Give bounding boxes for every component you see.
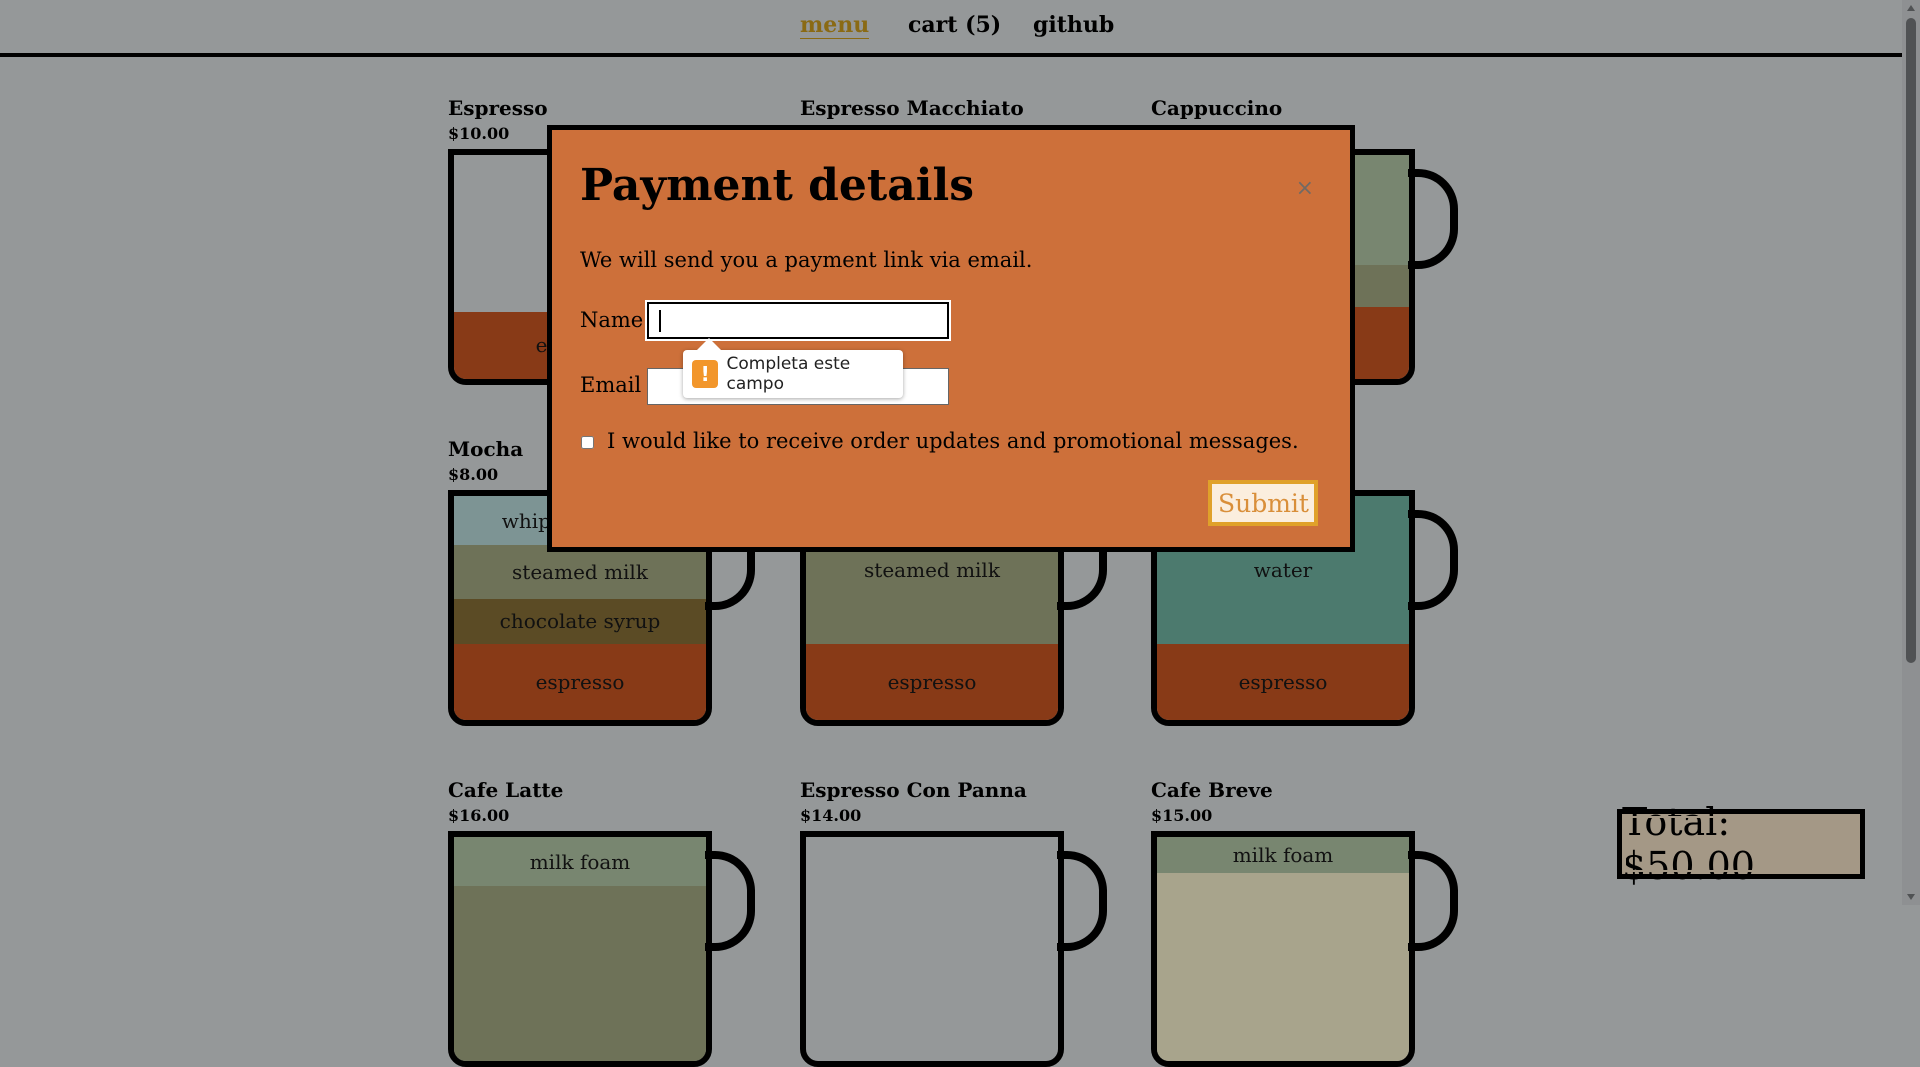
cup-layer: espresso xyxy=(806,643,1058,720)
scrollbar-thumb[interactable] xyxy=(1906,18,1916,663)
product-card[interactable]: Espresso Macchiato xyxy=(800,96,1120,385)
name-field[interactable] xyxy=(645,300,951,341)
product-name: Espresso Con Panna xyxy=(800,778,1027,802)
submit-button[interactable]: Submit xyxy=(1208,480,1318,526)
nav-cart-link[interactable]: cart (5) xyxy=(908,12,1001,38)
payment-modal: Payment details × We will send you a pay… xyxy=(547,125,1355,552)
promo-checkbox-label: I would like to receive order updates an… xyxy=(607,429,1299,453)
cup-layer: chocolate syrup xyxy=(454,599,706,644)
cup-graphic: milk foam xyxy=(448,831,712,1067)
product-price: $14.00 xyxy=(800,806,862,825)
validation-message: Completa este campo xyxy=(726,354,851,394)
cup-graphic: milk foam xyxy=(1151,831,1415,1067)
nav-github-link[interactable]: github xyxy=(1033,12,1114,38)
close-icon[interactable]: × xyxy=(1296,176,1314,201)
validation-tooltip: ! Completa este campo xyxy=(683,338,903,398)
modal-title: Payment details xyxy=(580,160,974,211)
modal-intro-text: We will send you a payment link via emai… xyxy=(580,248,1033,272)
page-scrollbar[interactable] xyxy=(1902,0,1920,905)
cup-layer: milk foam xyxy=(454,837,706,887)
cup-layer: steamed milk xyxy=(454,545,706,600)
cup-handle xyxy=(1057,851,1107,951)
product-name: Cafe Breve xyxy=(1151,778,1273,802)
product-name: Cafe Latte xyxy=(448,778,564,802)
product-card[interactable]: Espresso Con Panna $14.00 xyxy=(800,778,1120,1067)
cup-layer: espresso xyxy=(454,643,706,720)
product-name: Espresso Macchiato xyxy=(800,96,1024,120)
cup-handle xyxy=(705,851,755,951)
cup-handle xyxy=(1408,510,1458,610)
cup-layer: espresso xyxy=(1157,643,1409,720)
product-card[interactable]: Cappuccino xyxy=(1151,96,1471,385)
scroll-up-icon[interactable] xyxy=(1907,5,1915,11)
cup-layer: milk foam xyxy=(1157,837,1409,873)
cart-total: Total: $50.00 xyxy=(1617,800,1865,888)
product-card[interactable]: Cafe Latte $16.00 milk foam xyxy=(448,778,768,1067)
cup-layer xyxy=(1157,872,1409,1061)
text-caret xyxy=(659,310,661,332)
scroll-down-icon[interactable] xyxy=(1907,894,1915,900)
nav-menu-link[interactable]: menu xyxy=(800,12,870,39)
product-name: Cappuccino xyxy=(1151,96,1283,120)
cup-layer xyxy=(454,886,706,1061)
name-label: Name xyxy=(580,308,644,332)
email-label: Email xyxy=(580,373,642,397)
product-name: Espresso xyxy=(448,96,548,120)
cup-handle xyxy=(1408,851,1458,951)
warning-icon: ! xyxy=(692,360,719,388)
product-card[interactable]: Cafe Breve $15.00 milk foam xyxy=(1151,778,1471,1067)
product-price: $16.00 xyxy=(448,806,510,825)
promo-checkbox[interactable] xyxy=(581,436,594,449)
product-price: $15.00 xyxy=(1151,806,1213,825)
cup-graphic xyxy=(800,831,1064,1067)
cup-handle xyxy=(1408,169,1458,269)
top-nav: menu cart (5) github xyxy=(0,0,1902,57)
